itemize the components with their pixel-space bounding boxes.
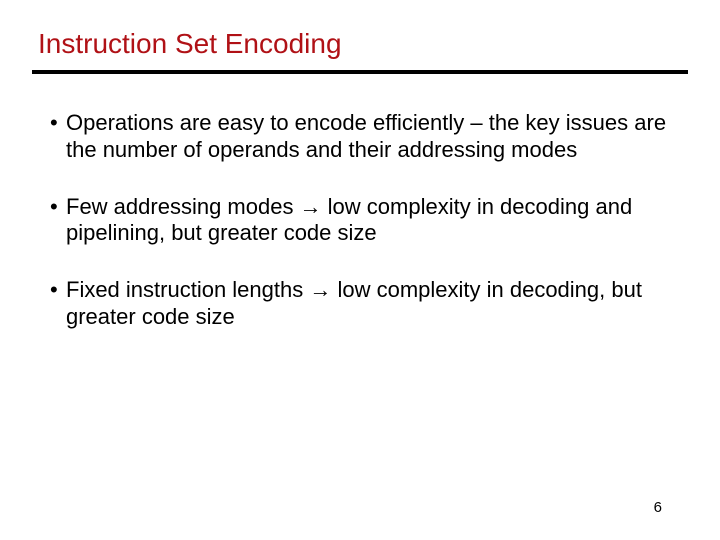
- bullet-item: Few addressing modes → low complexity in…: [50, 194, 676, 248]
- bullet-item: Operations are easy to encode efficientl…: [50, 110, 676, 164]
- page-number: 6: [654, 499, 662, 516]
- title-divider: [32, 70, 688, 74]
- slide-container: Instruction Set Encoding Operations are …: [0, 0, 720, 540]
- bullet-item: Fixed instruction lengths → low complexi…: [50, 277, 676, 331]
- bullet-list: Operations are easy to encode efficientl…: [36, 110, 684, 331]
- slide-title: Instruction Set Encoding: [36, 28, 684, 60]
